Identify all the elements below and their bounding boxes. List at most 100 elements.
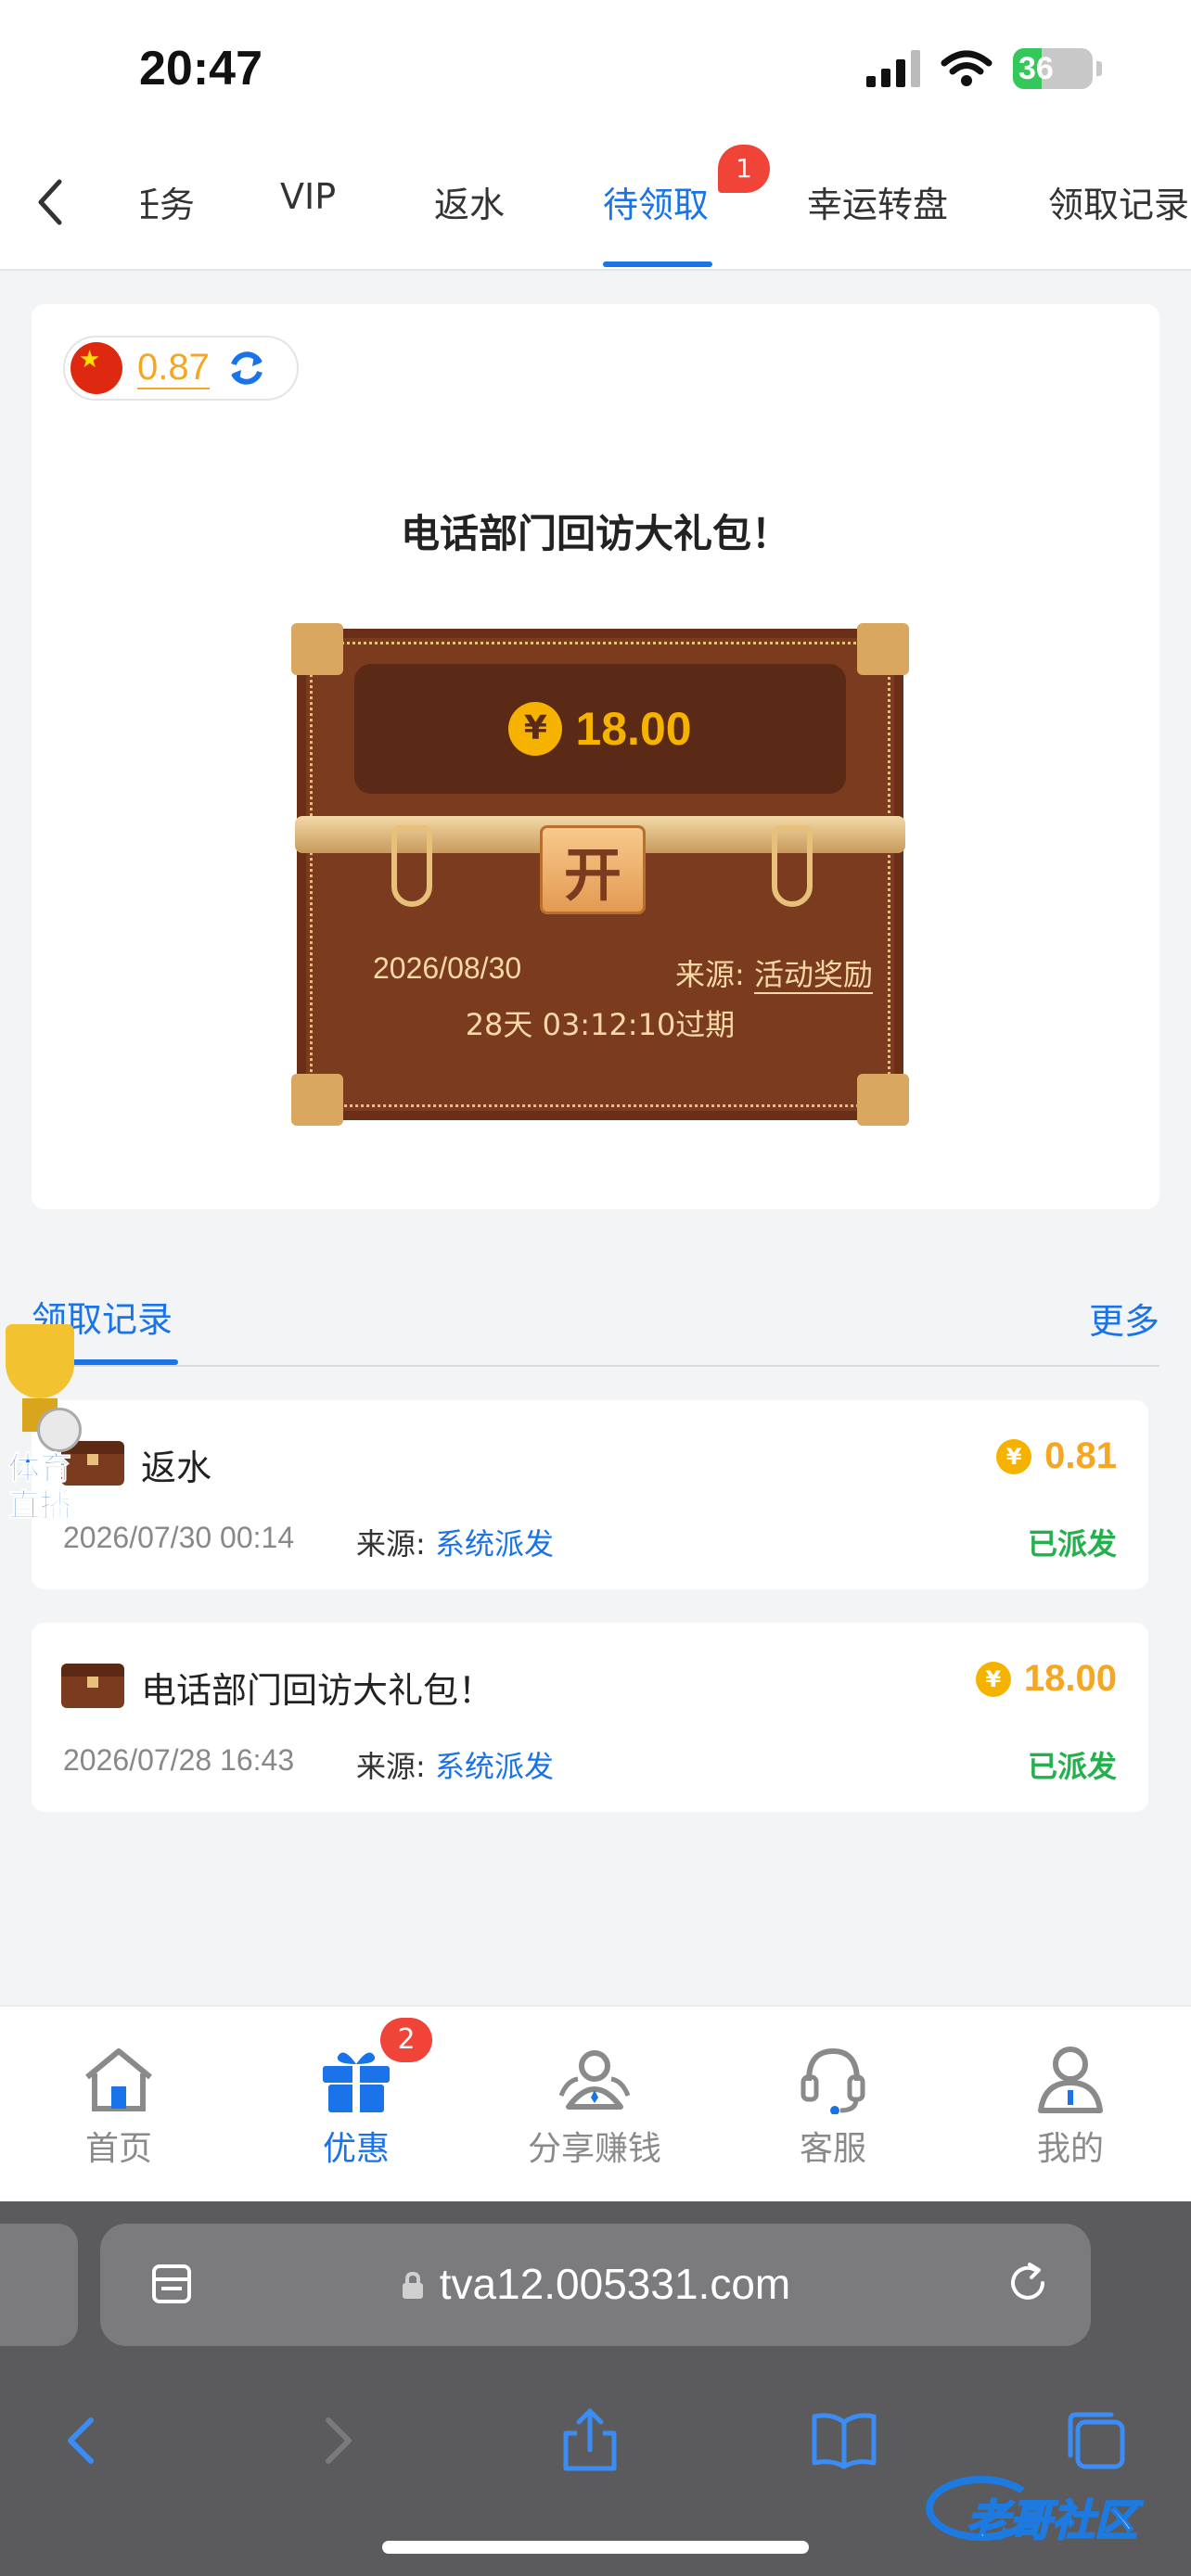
record-name: 返水 <box>141 1447 212 1488</box>
gift-expire-countdown: 28天 03:12:10过期 <box>465 1007 736 1042</box>
nav-profile-label: 我的 <box>1036 2130 1104 2168</box>
nav-support-label: 客服 <box>799 2130 866 2168</box>
tab-pending[interactable]: 待领取 <box>603 176 709 227</box>
tab-rebate[interactable]: 返水 <box>434 176 505 227</box>
nav-home[interactable]: 首页 <box>26 2044 211 2170</box>
share-users-icon <box>558 2050 631 2110</box>
bottom-tab-bar: 首页 优惠 2 分享赚钱 客服 我的 <box>0 2005 1191 2201</box>
promotions-badge: 2 <box>380 2018 432 2062</box>
active-tab-indicator <box>603 261 712 267</box>
chest-latch <box>772 825 813 907</box>
china-flag-icon: ★ <box>70 342 122 394</box>
open-chest-button[interactable]: 开 <box>540 825 646 914</box>
url-display[interactable]: tva12.005331.com <box>100 2259 1091 2309</box>
sports-live-line2: 直播 <box>8 1487 72 1525</box>
chest-corner <box>291 623 343 675</box>
balance-value: 0.87 <box>137 347 210 389</box>
status-bar: 20:47 36 <box>0 0 1191 139</box>
tab-tasks[interactable]: 任务 <box>141 176 195 227</box>
sports-live-float-button[interactable]: 体育 直播 <box>0 1324 82 1528</box>
gift-icon <box>323 2052 390 2112</box>
chest-corner <box>857 623 909 675</box>
nav-promotions[interactable]: 优惠 <box>263 2044 449 2170</box>
treasure-chest[interactable]: ¥ 18.00 开 2026/08/30 来源: 活动奖励 28天 03:12:… <box>262 610 939 1129</box>
nav-profile[interactable]: 我的 <box>978 2044 1163 2170</box>
chest-corner <box>857 1074 909 1126</box>
lock-icon <box>402 2271 423 2299</box>
chest-latch <box>391 825 432 907</box>
watermark-logo: 老哥社区 <box>926 2467 1185 2550</box>
balance-pill: ★ 0.87 <box>63 336 299 401</box>
status-time: 20:47 <box>139 42 263 96</box>
nav-share-earn[interactable]: 分享赚钱 <box>502 2044 687 2170</box>
record-amount: ¥ 18.00 <box>975 1658 1117 1700</box>
tab-vip[interactable]: VIP <box>280 176 336 217</box>
soccer-ball-icon <box>37 1408 82 1452</box>
url-text: tva12.005331.com <box>439 2260 791 2308</box>
record-date: 2026/07/30 00:14 <box>63 1521 295 1554</box>
browser-back-icon[interactable] <box>45 2404 119 2478</box>
back-arrow-icon[interactable] <box>32 174 69 230</box>
record-item[interactable]: 电话部门回访大礼包！ ¥ 18.00 2026/07/28 16:43 来源: … <box>32 1623 1148 1812</box>
top-tab-bar: 任务 VIP 返水 待领取 幸运转盘 领取记录 1 <box>0 139 1191 271</box>
status-icons: 36 <box>866 48 1102 89</box>
yen-coin-icon: ¥ <box>975 1661 1011 1697</box>
cellular-signal-icon <box>866 50 920 87</box>
share-icon[interactable] <box>553 2404 627 2478</box>
record-amount-value: 18.00 <box>1023 1658 1117 1699</box>
yen-coin-icon: ¥ <box>996 1438 1032 1474</box>
wifi-icon <box>941 50 992 86</box>
records-more-link[interactable]: 更多 <box>1089 1293 1159 1344</box>
gift-title: 电话部门回访大礼包！ <box>400 511 790 556</box>
gift-card: ★ 0.87 电话部门回访大礼包！ ¥ 18.00 开 2026/08/30 来… <box>32 304 1159 1209</box>
record-source-label: 来源: <box>356 1749 435 1784</box>
record-source-value: 系统派发 <box>434 1749 554 1784</box>
battery-cap <box>1096 61 1102 76</box>
gift-source-link[interactable]: 活动奖励 <box>753 957 873 994</box>
refresh-icon[interactable] <box>224 346 269 390</box>
sports-live-line1: 体育 <box>8 1450 72 1488</box>
tab-claim-records[interactable]: 领取记录 <box>1048 176 1189 227</box>
home-indicator <box>382 2541 809 2554</box>
reload-icon[interactable] <box>1002 2257 1054 2309</box>
record-amount-value: 0.81 <box>1044 1435 1117 1476</box>
bookmarks-icon[interactable] <box>807 2404 881 2478</box>
home-icon <box>85 2048 152 2111</box>
record-date: 2026/07/28 16:43 <box>63 1743 295 1777</box>
previous-tab-preview[interactable] <box>0 2224 78 2346</box>
records-header: 领取记录 更多 <box>32 1285 1159 1367</box>
nav-promotions-label: 优惠 <box>322 2130 390 2168</box>
yen-coin-icon: ¥ <box>508 702 563 756</box>
gift-source: 来源: 活动奖励 <box>675 951 873 994</box>
gift-source-label: 来源: <box>675 957 754 992</box>
record-amount: ¥ 0.81 <box>996 1435 1117 1477</box>
open-label: 开 <box>563 841 621 909</box>
chest-amount-panel: ¥ 18.00 <box>354 664 846 794</box>
address-bar[interactable]: tva12.005331.com <box>100 2224 1091 2346</box>
record-source: 来源: 系统派发 <box>356 1521 554 1563</box>
trophy-icon <box>6 1324 74 1398</box>
sports-live-label: 体育 直播 <box>0 1450 80 1525</box>
record-status: 已派发 <box>1027 1526 1117 1562</box>
tab-lucky-wheel[interactable]: 幸运转盘 <box>807 176 948 227</box>
nav-home-label: 首页 <box>84 2130 152 2168</box>
battery-icon: 36 <box>1013 48 1093 89</box>
user-icon <box>1038 2047 1103 2113</box>
record-name: 电话部门回访大礼包！ <box>141 1670 494 1711</box>
gift-amount: 18.00 <box>575 703 692 755</box>
record-source-value: 系统派发 <box>434 1526 554 1562</box>
battery-percent: 36 <box>1018 50 1054 86</box>
chest-icon <box>61 1664 124 1708</box>
headset-icon <box>800 2047 865 2115</box>
record-status: 已派发 <box>1027 1749 1117 1784</box>
nav-share-earn-label: 分享赚钱 <box>527 2130 661 2168</box>
nav-support[interactable]: 客服 <box>740 2044 926 2170</box>
browser-forward-icon[interactable] <box>301 2404 375 2478</box>
chest-corner <box>291 1074 343 1126</box>
watermark-text: 老哥社区 <box>966 2494 1138 2546</box>
gift-date: 2026/08/30 <box>373 951 522 985</box>
pending-badge: 1 <box>718 145 770 193</box>
record-source: 来源: 系统派发 <box>356 1743 554 1786</box>
record-item[interactable]: 返水 ¥ 0.81 2026/07/30 00:14 来源: 系统派发 已派发 <box>32 1400 1148 1589</box>
record-source-label: 来源: <box>356 1526 435 1562</box>
